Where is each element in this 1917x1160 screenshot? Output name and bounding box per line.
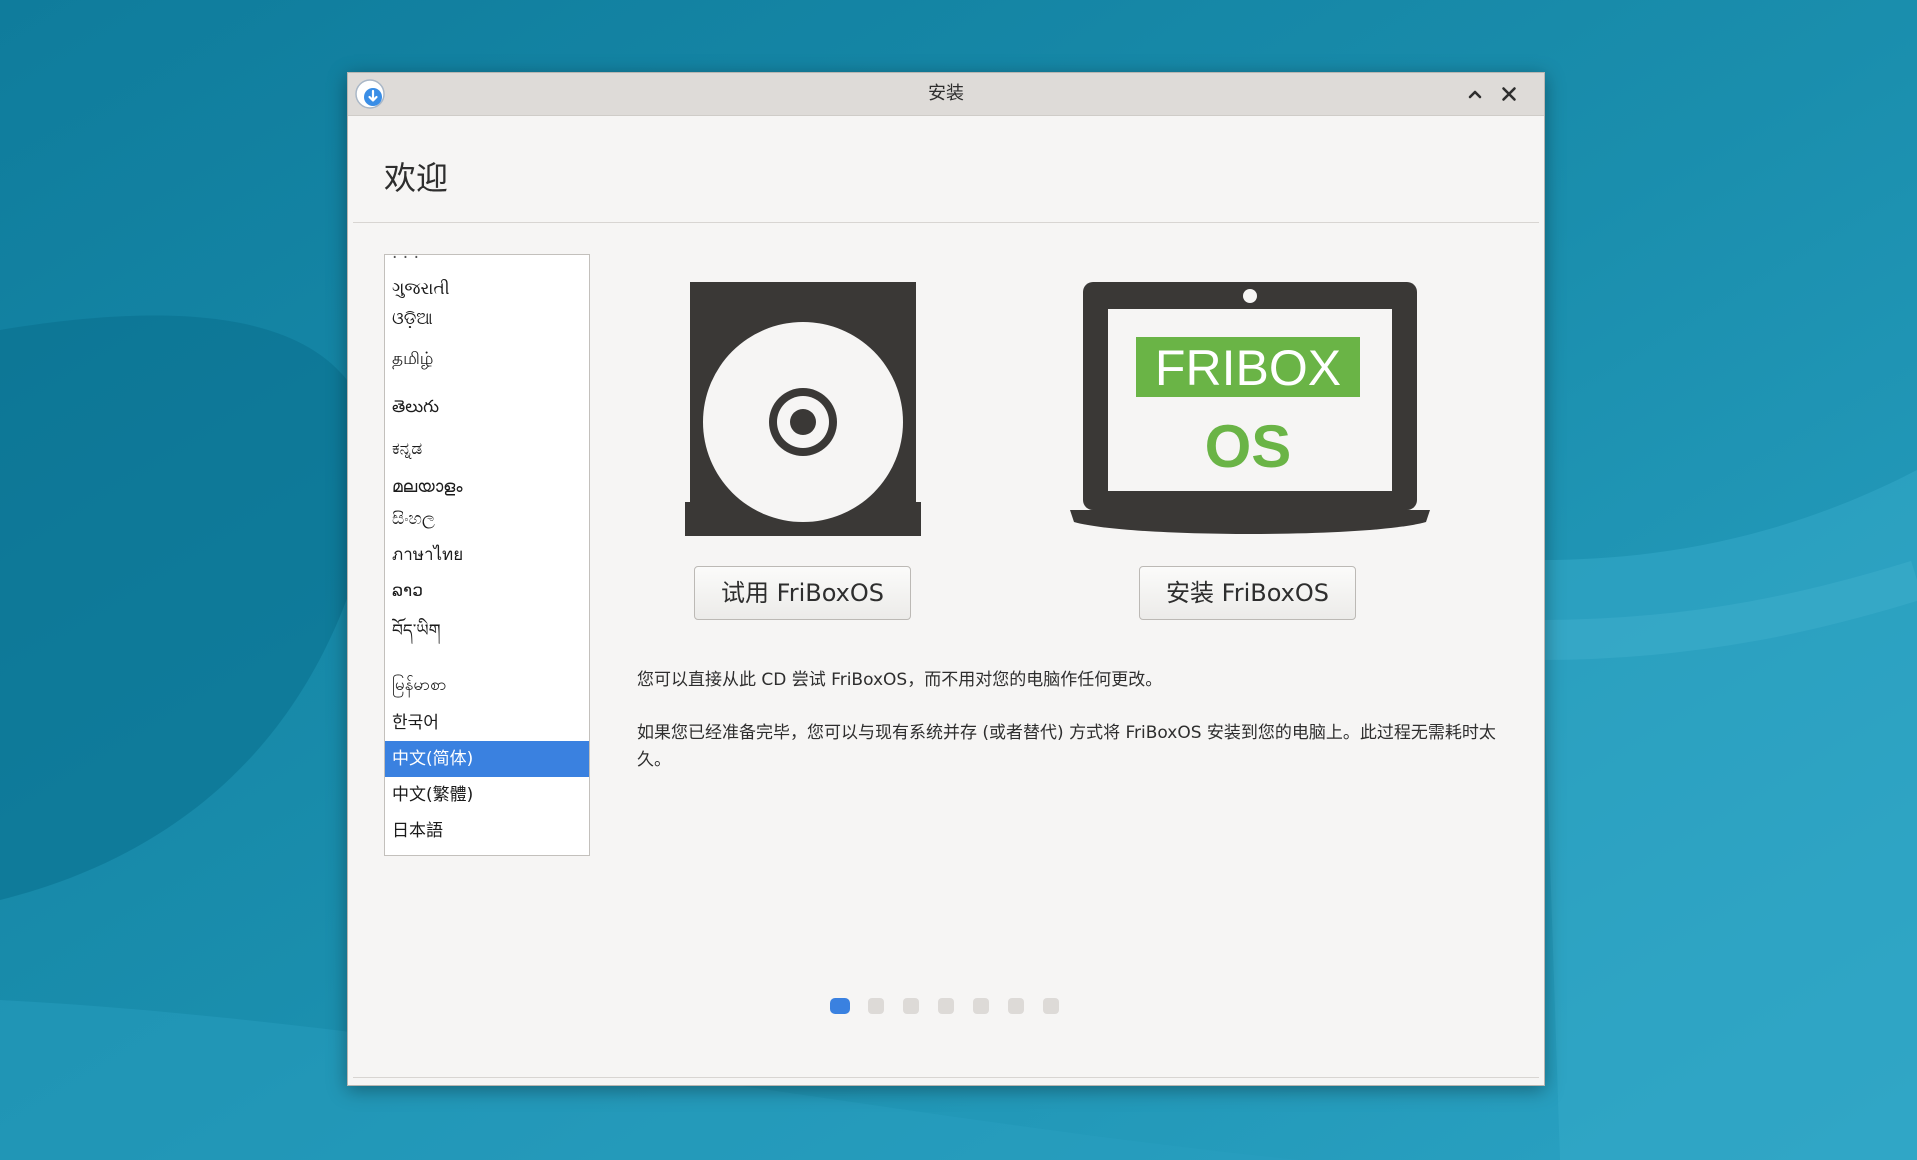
- footer-separator: [353, 1077, 1539, 1078]
- language-item[interactable]: 日本語: [385, 813, 589, 849]
- try-description: 您可以直接从此 CD 尝试 FriBoxOS，而不用对您的电脑作任何更改。: [637, 670, 1163, 690]
- language-item[interactable]: മലയാളം: [385, 469, 589, 505]
- install-button[interactable]: 安装 FriBoxOS: [1139, 566, 1356, 620]
- language-item[interactable]: සිංහල: [385, 501, 589, 537]
- language-item[interactable]: 한국어: [385, 705, 589, 741]
- install-description: 如果您已经准备完毕，您可以与现有系统并存 (或者替代) 方式将 FriBoxOS…: [637, 723, 1496, 770]
- language-item[interactable]: ಕನ್ನಡ: [385, 431, 589, 467]
- language-list[interactable]: . . . ગુજરાતી ଓଡ଼ିଆ தமிழ் తెలుగు ಕನ್ನಡ മ…: [384, 254, 590, 856]
- laptop-icon: FRIBOX OS: [1070, 282, 1430, 534]
- language-item[interactable]: ລາວ: [385, 573, 589, 609]
- installer-window: 安装 欢迎 . . . ગુજરાતી ଓଡ଼ିଆ தமிழ் తెలుగు ಕ…: [347, 72, 1545, 1086]
- title-bar[interactable]: 安装: [348, 73, 1544, 116]
- header-separator: [353, 222, 1539, 223]
- language-item-partial[interactable]: . . .: [385, 255, 589, 271]
- language-item[interactable]: ଓଡ଼ିଆ: [385, 301, 589, 337]
- step-dot-active: [830, 998, 850, 1014]
- language-item[interactable]: བོད་ཡིག: [385, 613, 589, 649]
- chevron-up-icon[interactable]: [1463, 82, 1487, 106]
- language-item[interactable]: தமிழ்: [385, 341, 589, 377]
- step-dot: [1043, 998, 1059, 1014]
- close-icon[interactable]: [1497, 82, 1521, 106]
- laptop-logo-line2: OS: [1205, 413, 1292, 480]
- language-item-selected[interactable]: 中文(简体): [385, 741, 589, 777]
- step-dot: [903, 998, 919, 1014]
- language-item[interactable]: ภาษาไทย: [385, 537, 589, 573]
- window-title: 安装: [928, 83, 964, 104]
- try-button[interactable]: 试用 FriBoxOS: [694, 566, 911, 620]
- laptop-logo-line1: FRIBOX: [1155, 340, 1341, 396]
- language-item[interactable]: 中文(繁體): [385, 777, 589, 813]
- cd-drive-icon: [685, 282, 921, 536]
- language-item[interactable]: မြန်မာစာ: [385, 667, 589, 703]
- step-dot: [938, 998, 954, 1014]
- step-indicator: [830, 998, 1070, 1018]
- language-item[interactable]: తెలుగు: [385, 389, 589, 425]
- step-dot: [973, 998, 989, 1014]
- page-heading: 欢迎: [384, 159, 449, 197]
- step-dot: [868, 998, 884, 1014]
- step-dot: [1008, 998, 1024, 1014]
